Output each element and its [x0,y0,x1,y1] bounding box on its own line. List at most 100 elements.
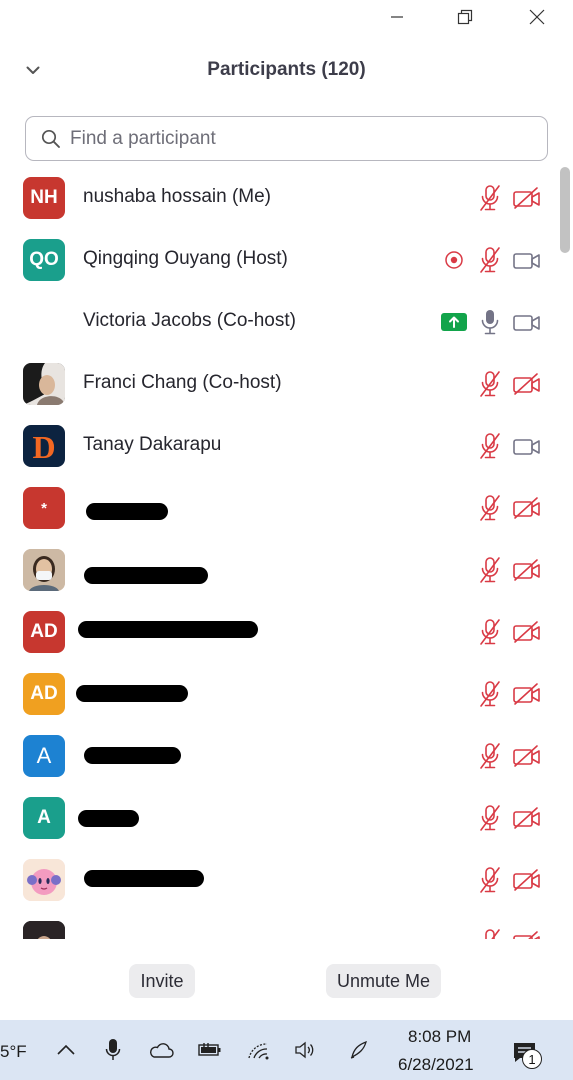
video-off-icon[interactable] [512,927,542,939]
weather-temperature[interactable]: 5°F [0,1042,27,1062]
participant-row[interactable]: A [0,787,557,849]
participant-name: Tanay Dakarapu [83,434,222,455]
speaker-icon [295,1041,314,1059]
mic-muted-icon[interactable] [477,183,503,213]
mic-muted-icon[interactable] [477,803,503,833]
video-on-icon[interactable] [512,431,542,461]
avatar: A [23,735,65,777]
search-input[interactable] [68,123,532,155]
mic-muted-icon[interactable] [477,493,503,523]
mic-muted-icon[interactable] [477,555,503,585]
clock-time[interactable]: 8:08 PM [408,1027,471,1047]
panel-header: Participants (120) [0,52,573,88]
redacted-name [84,747,181,764]
show-hidden-icons-button[interactable] [54,1038,78,1062]
video-on-icon[interactable] [512,307,542,337]
onedrive-tray-button[interactable] [146,1038,176,1062]
mic-muted-icon[interactable] [477,245,503,275]
avatar: D [23,425,65,467]
avatar: QO [23,239,65,281]
search-icon [41,129,60,148]
microphone-icon [105,1039,121,1060]
participant-search[interactable] [25,116,548,161]
video-off-icon[interactable] [512,617,542,647]
mic-muted-icon[interactable] [477,865,503,895]
volume-tray-button[interactable] [291,1038,319,1062]
avatar: AD [23,611,65,653]
video-off-icon[interactable] [512,741,542,771]
mic-muted-icon[interactable] [477,927,503,939]
action-center-button[interactable]: 1 [507,1036,543,1070]
chevron-down-icon [26,66,40,74]
participant-row[interactable]: * [0,477,557,539]
unmute-me-button[interactable]: Unmute Me [326,964,441,998]
participant-row[interactable]: A [0,725,557,787]
recording-icon [443,245,465,275]
network-tray-button[interactable] [245,1038,273,1062]
participant-row[interactable] [0,911,557,939]
video-off-icon[interactable] [512,369,542,399]
mic-muted-icon[interactable] [477,741,503,771]
notification-badge: 1 [522,1049,542,1069]
participant-row[interactable]: NH nushaba hossain (Me) [0,167,557,229]
avatar: A [23,797,65,839]
participant-row[interactable]: D Tanay Dakarapu [0,415,557,477]
mic-on-icon[interactable] [477,307,503,337]
mic-muted-icon[interactable] [477,617,503,647]
clock-date[interactable]: 6/28/2021 [398,1055,474,1075]
redacted-name [78,621,258,638]
mic-muted-icon[interactable] [477,369,503,399]
avatar: * [23,487,65,529]
avatar [23,363,65,405]
video-off-icon[interactable] [512,803,542,833]
avatar [23,859,65,901]
redacted-name [86,503,168,520]
window-title-bar [0,0,573,36]
participant-row[interactable] [0,539,557,601]
list-scrollbar[interactable] [558,167,572,939]
wifi-icon [248,1043,269,1060]
invite-button[interactable]: Invite [129,964,195,998]
participant-name: nushaba hossain (Me) [83,186,271,207]
minimize-button[interactable] [377,4,417,30]
video-on-icon[interactable] [512,245,542,275]
avatar [23,921,65,939]
participant-row[interactable]: AD [0,663,557,725]
redacted-name [76,685,188,702]
close-button[interactable] [517,4,557,30]
screen-share-icon [441,307,467,337]
microphone-tray-button[interactable] [101,1036,125,1064]
chevron-up-icon [57,1045,75,1055]
pen-icon [350,1040,367,1059]
close-icon [529,9,545,25]
video-off-icon[interactable] [512,865,542,895]
redacted-name [78,810,139,827]
participant-name: Victoria Jacobs (Co-host) [83,310,296,331]
participant-row[interactable]: QO Qingqing Ouyang (Host) [0,229,557,291]
participant-row[interactable]: AD [0,601,557,663]
battery-charging-icon [198,1043,221,1056]
cloud-icon [150,1043,174,1058]
redacted-name [84,567,208,584]
participant-row[interactable]: Franci Chang (Co-host) [0,353,557,415]
avatar: NH [23,177,65,219]
restore-icon [457,9,473,25]
video-off-icon[interactable] [512,679,542,709]
svg-text:D: D [32,429,55,465]
video-off-icon[interactable] [512,183,542,213]
battery-tray-button[interactable] [195,1038,225,1062]
video-off-icon[interactable] [512,493,542,523]
restore-button[interactable] [445,4,485,30]
mic-muted-icon[interactable] [477,679,503,709]
collapse-panel-button[interactable] [22,60,44,80]
participant-row[interactable] [0,849,557,911]
pen-tray-button[interactable] [345,1038,373,1062]
participant-row[interactable]: Victoria Jacobs (Co-host) [0,291,557,353]
scrollbar-thumb[interactable] [560,167,570,253]
video-off-icon[interactable] [512,555,542,585]
participant-name: Qingqing Ouyang (Host) [83,248,288,269]
avatar [23,549,65,591]
mic-muted-icon[interactable] [477,431,503,461]
minimize-icon [391,16,403,18]
participant-name: Franci Chang (Co-host) [83,372,282,393]
